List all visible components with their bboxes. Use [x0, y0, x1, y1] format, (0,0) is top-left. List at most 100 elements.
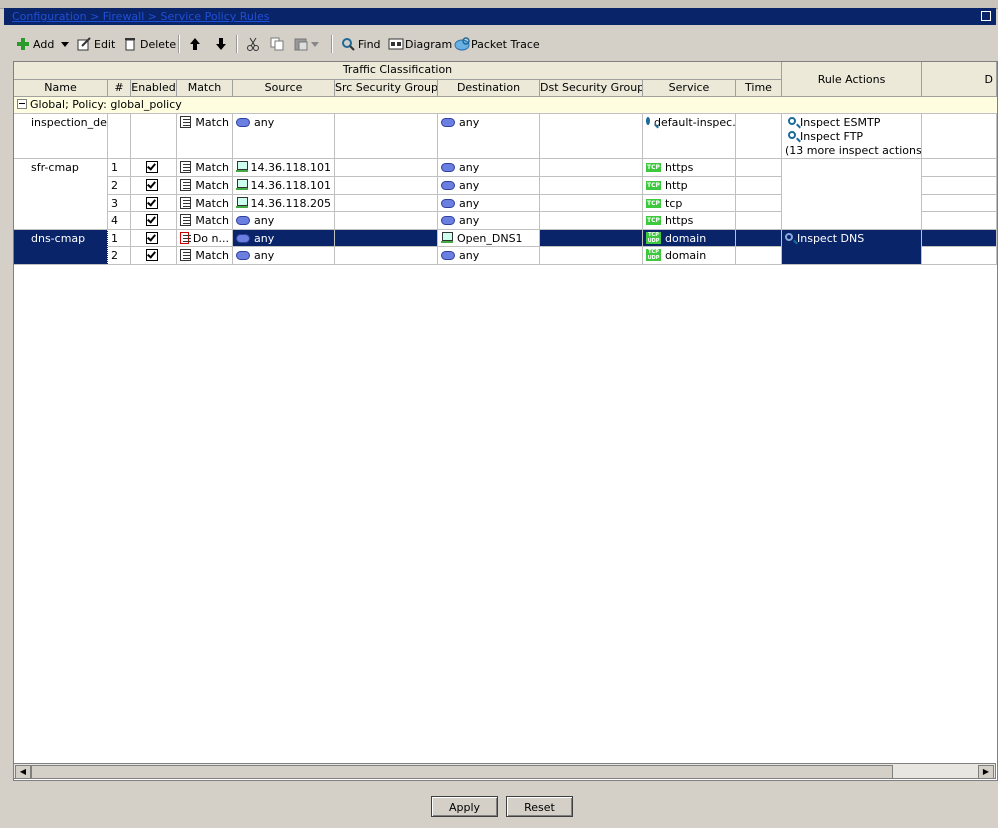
table-row-src-sg[interactable] — [335, 159, 438, 177]
table-row-enabled[interactable] — [131, 159, 177, 177]
column-header-match[interactable]: Match — [177, 80, 233, 97]
scrollbar-thumb[interactable] — [31, 765, 893, 779]
table-row-enabled[interactable] — [131, 212, 177, 230]
table-row-time[interactable] — [736, 230, 782, 247]
table-row-enabled[interactable] — [131, 247, 177, 265]
enabled-checkbox[interactable] — [146, 197, 158, 209]
table-row-dst-sg[interactable] — [540, 114, 643, 159]
table-row-actions[interactable]: Inspect ESMTP Inspect FTP (13 more inspe… — [782, 114, 922, 159]
column-header-name[interactable]: Name — [14, 80, 108, 97]
rule-actions-header[interactable]: Rule Actions — [782, 62, 922, 97]
table-row-service[interactable]: TCP tcp — [643, 195, 736, 212]
enabled-checkbox[interactable] — [146, 214, 158, 226]
column-header-destination[interactable]: Destination — [438, 80, 540, 97]
table-row-source[interactable]: 14.36.118.101 — [233, 177, 335, 195]
table-row-src-sg[interactable] — [335, 247, 438, 265]
table-row-match[interactable]: Match — [177, 159, 233, 177]
table-row-dst-sg[interactable] — [540, 177, 643, 195]
table-row-src-sg[interactable] — [335, 195, 438, 212]
table-row-source[interactable]: any — [233, 114, 335, 159]
column-header-src-security-group[interactable]: Src Security Group — [335, 80, 438, 97]
table-row-time[interactable] — [736, 195, 782, 212]
add-dropdown-button[interactable] — [61, 36, 69, 52]
table-row-enabled[interactable] — [131, 230, 177, 247]
reset-button[interactable]: Reset — [506, 796, 573, 817]
table-row-destination[interactable]: any — [438, 195, 540, 212]
column-header-number[interactable]: # — [108, 80, 131, 97]
enabled-checkbox[interactable] — [146, 179, 158, 191]
column-header-source[interactable]: Source — [233, 80, 335, 97]
table-row-time[interactable] — [736, 177, 782, 195]
table-row-service[interactable]: TCP http — [643, 177, 736, 195]
move-up-button[interactable] — [188, 36, 202, 52]
table-row-destination[interactable]: Open_DNS1 — [438, 230, 540, 247]
horizontal-scrollbar[interactable]: ◀ ▶ — [13, 763, 996, 779]
copy-button[interactable] — [270, 36, 284, 52]
table-row-name[interactable]: inspection_de... — [14, 114, 108, 159]
table-row-service[interactable]: default-inspec... — [643, 114, 736, 159]
column-header-service[interactable]: Service — [643, 80, 736, 97]
maximize-icon[interactable] — [981, 11, 991, 21]
breadcrumb[interactable]: Configuration > Firewall > Service Polic… — [12, 10, 269, 23]
find-button[interactable]: Find — [341, 36, 381, 52]
policy-group-row[interactable]: Global; Policy: global_policy — [14, 97, 997, 114]
table-row-service[interactable]: TCP https — [643, 159, 736, 177]
table-row-service[interactable]: TCP UDP domain — [643, 247, 736, 265]
table-row-name[interactable]: dns-cmap — [14, 230, 108, 265]
table-row-source[interactable]: any — [233, 230, 335, 247]
column-header-enabled[interactable]: Enabled — [131, 80, 177, 97]
table-row-name[interactable]: sfr-cmap — [14, 159, 108, 230]
table-row-service[interactable]: TCP https — [643, 212, 736, 230]
table-row-source[interactable]: 14.36.118.101 — [233, 159, 335, 177]
packet-trace-button[interactable]: Packet Trace — [454, 36, 540, 52]
table-row-dst-sg[interactable] — [540, 230, 643, 247]
table-row-destination[interactable]: any — [438, 177, 540, 195]
table-row-src-sg[interactable] — [335, 177, 438, 195]
trailing-column-header[interactable]: D — [922, 62, 997, 97]
table-row-dst-sg[interactable] — [540, 195, 643, 212]
table-row-source[interactable]: any — [233, 247, 335, 265]
table-row-time[interactable] — [736, 159, 782, 177]
delete-button[interactable]: Delete — [123, 36, 176, 52]
column-header-time[interactable]: Time — [736, 80, 782, 97]
table-row-enabled[interactable] — [131, 114, 177, 159]
table-row-source[interactable]: any — [233, 212, 335, 230]
scroll-left-arrow-icon[interactable]: ◀ — [15, 765, 31, 779]
table-row-time[interactable] — [736, 114, 782, 159]
table-row-source[interactable]: 14.36.118.205 — [233, 195, 335, 212]
add-button[interactable]: Add — [16, 36, 54, 52]
table-row-src-sg[interactable] — [335, 212, 438, 230]
table-row-enabled[interactable] — [131, 177, 177, 195]
table-row-src-sg[interactable] — [335, 114, 438, 159]
collapse-toggle-icon[interactable] — [17, 99, 27, 109]
enabled-checkbox[interactable] — [146, 161, 158, 173]
table-row-enabled[interactable] — [131, 195, 177, 212]
table-row-destination[interactable]: any — [438, 159, 540, 177]
cut-button[interactable] — [246, 36, 260, 52]
paste-button[interactable] — [294, 36, 319, 52]
table-row-match[interactable]: Match — [177, 177, 233, 195]
table-row-match[interactable]: Match — [177, 212, 233, 230]
table-row-dst-sg[interactable] — [540, 212, 643, 230]
table-row-match[interactable]: Match — [177, 247, 233, 265]
apply-button[interactable]: Apply — [431, 796, 498, 817]
table-row-destination[interactable]: any — [438, 212, 540, 230]
diagram-button[interactable]: Diagram — [388, 36, 452, 52]
table-row-dst-sg[interactable] — [540, 159, 643, 177]
table-row-actions[interactable]: Inspect DNS — [782, 230, 922, 265]
table-row-dst-sg[interactable] — [540, 247, 643, 265]
table-row-match[interactable]: Match — [177, 195, 233, 212]
table-row-actions[interactable] — [782, 159, 922, 230]
table-row-destination[interactable]: any — [438, 247, 540, 265]
move-down-button[interactable] — [214, 36, 228, 52]
edit-button[interactable]: Edit — [77, 36, 115, 52]
table-row-destination[interactable]: any — [438, 114, 540, 159]
table-row-service[interactable]: TCP UDP domain — [643, 230, 736, 247]
enabled-checkbox[interactable] — [146, 249, 158, 261]
table-row-src-sg[interactable] — [335, 230, 438, 247]
scroll-right-arrow-icon[interactable]: ▶ — [978, 765, 994, 779]
enabled-checkbox[interactable] — [146, 232, 158, 244]
table-row-time[interactable] — [736, 247, 782, 265]
table-row-time[interactable] — [736, 212, 782, 230]
table-row-match[interactable]: Do n... — [177, 230, 233, 247]
